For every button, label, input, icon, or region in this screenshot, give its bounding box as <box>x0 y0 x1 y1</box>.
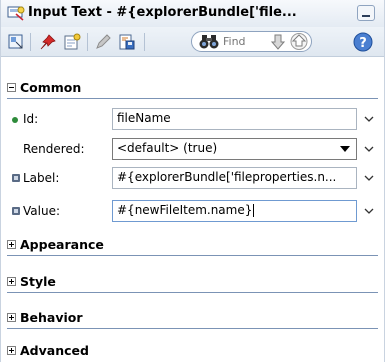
section-advanced[interactable]: Advanced <box>1 340 384 362</box>
toolbar-separator <box>87 33 88 51</box>
pencil-icon[interactable] <box>94 33 112 51</box>
edit-properties-icon[interactable] <box>63 33 81 51</box>
toolbar-separator <box>30 33 31 51</box>
section-divider <box>7 292 378 293</box>
label-field[interactable]: #{explorerBundle['fileproperties.n... <box>112 167 357 189</box>
section-behavior-label: Behavior <box>20 310 83 325</box>
id-label: Id: <box>23 112 39 126</box>
section-divider <box>7 98 378 99</box>
text-caret <box>253 204 255 217</box>
dropdown-arrow-icon <box>340 146 350 152</box>
toolbar-separator <box>144 33 145 51</box>
label-label: Label: <box>23 171 60 185</box>
section-advanced-label: Advanced <box>20 343 89 358</box>
expand-icon[interactable] <box>7 240 16 249</box>
section-style-label: Style <box>20 274 56 289</box>
save-document-icon[interactable] <box>118 33 136 51</box>
section-common[interactable]: Common <box>1 77 384 99</box>
chevron-down-icon[interactable] <box>363 144 375 154</box>
section-appearance[interactable]: Appearance <box>1 234 384 256</box>
localized-text-icon <box>12 207 20 215</box>
help-icon[interactable]: ? <box>353 32 373 52</box>
section-style[interactable]: Style <box>1 271 384 293</box>
rendered-label: Rendered: <box>23 142 85 156</box>
input-text-component-icon <box>7 6 25 21</box>
id-field[interactable]: fileName <box>112 108 357 130</box>
section-divider <box>7 255 378 256</box>
value-label: Value: <box>23 204 60 218</box>
find-input[interactable] <box>223 34 267 49</box>
collapse-icon[interactable] <box>7 83 16 92</box>
required-indicator-icon <box>12 117 18 123</box>
value-field[interactable]: #{newFileItem.name} <box>112 200 357 222</box>
chevron-down-icon[interactable] <box>363 114 375 124</box>
component-select-icon[interactable] <box>7 33 25 51</box>
rendered-select[interactable]: <default> (true) <box>112 138 357 160</box>
minimize-button[interactable] <box>357 5 375 21</box>
chevron-down-icon[interactable] <box>363 173 375 183</box>
section-behavior[interactable]: Behavior <box>1 307 384 329</box>
find-previous-arrow-icon[interactable] <box>290 33 308 50</box>
binoculars-icon[interactable] <box>198 34 220 49</box>
toolbar: ? <box>1 27 384 57</box>
find-next-arrow-icon[interactable] <box>270 34 286 50</box>
svg-text:?: ? <box>359 36 367 51</box>
section-divider <box>7 328 378 329</box>
find-box <box>191 31 312 52</box>
window-title: Input Text - #{explorerBundle['file... <box>28 5 297 20</box>
property-inspector-panel: Input Text - #{explorerBundle['file... F… <box>0 0 385 362</box>
expand-icon[interactable] <box>7 313 16 322</box>
chevron-down-icon[interactable] <box>363 206 375 216</box>
localized-text-icon <box>12 174 20 182</box>
expand-icon[interactable] <box>7 346 16 355</box>
title-bar: Input Text - #{explorerBundle['file... <box>1 0 384 28</box>
minimize-icon <box>362 15 370 17</box>
section-appearance-label: Appearance <box>20 237 104 252</box>
section-common-label: Common <box>20 80 82 95</box>
pin-icon[interactable] <box>39 33 57 51</box>
expand-icon[interactable] <box>7 277 16 286</box>
